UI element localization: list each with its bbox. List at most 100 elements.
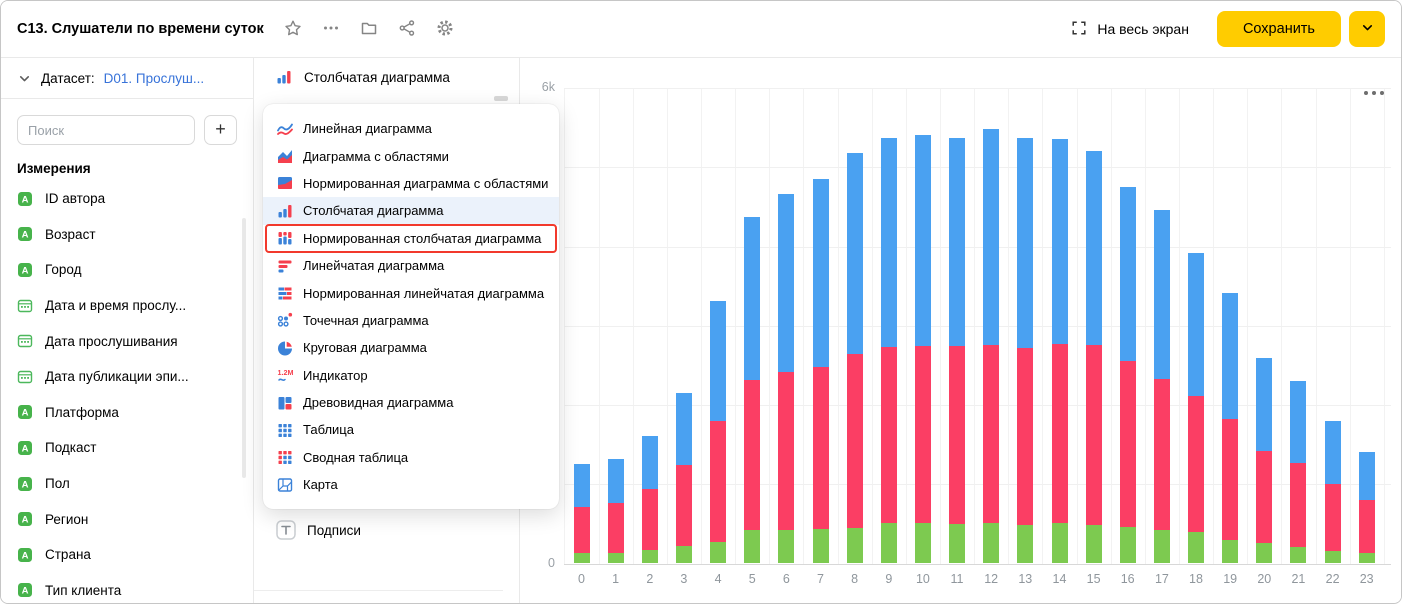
field-item[interactable]: AПол	[1, 466, 253, 502]
chart-options-icon[interactable]	[1361, 88, 1387, 98]
field-item[interactable]: AСтрана	[1, 537, 253, 573]
chart-type-menu-item[interactable]: Карта	[263, 471, 559, 498]
bar-hour-7	[813, 179, 829, 562]
fullscreen-button[interactable]: На весь экран	[1071, 20, 1189, 39]
series-blue-top-segment	[744, 217, 760, 380]
series-blue-top-segment	[915, 135, 931, 346]
series-pink-middle-segment	[574, 507, 590, 553]
labels-option-label: Подписи	[307, 523, 361, 538]
settings-scrollbar-thumb[interactable]	[494, 96, 508, 101]
svg-text:A: A	[22, 586, 29, 597]
series-green-bottom-segment	[608, 553, 624, 563]
add-field-button[interactable]: +	[204, 115, 237, 145]
x-axis-tick: 21	[1286, 572, 1310, 586]
field-item[interactable]: AПодкаст	[1, 430, 253, 466]
chart-type-menu-item[interactable]: Нормированная столбчатая диаграмма	[263, 225, 559, 252]
field-item[interactable]: AПлатформа	[1, 395, 253, 431]
h-gridline	[564, 167, 1391, 168]
star-icon[interactable]	[274, 11, 312, 47]
series-pink-middle-segment	[915, 346, 931, 523]
dataset-row: Датасет: D01. Прослуш...	[1, 58, 253, 99]
series-pink-middle-segment	[847, 354, 863, 528]
field-item[interactable]: Дата прослушивания	[1, 323, 253, 359]
field-list: AID автораAВозрастAГородДата и время про…	[1, 181, 253, 603]
labels-icon	[276, 520, 296, 540]
chart-type-menu-item[interactable]: Древовидная диаграмма	[263, 389, 559, 416]
chart-type-menu-item[interactable]: 1.2MИндикатор	[263, 362, 559, 389]
labels-option[interactable]: Подписи	[254, 510, 519, 550]
series-pink-middle-segment	[1017, 348, 1033, 525]
sidebar-scrollbar[interactable]	[242, 218, 246, 478]
gear-icon[interactable]	[426, 11, 464, 47]
chart-preview-panel: 6k00123456789101112131415161718192021222…	[521, 58, 1401, 603]
chart-type-menu-item[interactable]: Линейчатая диаграмма	[263, 252, 559, 279]
series-green-bottom-segment	[1222, 540, 1238, 562]
series-blue-top-segment	[778, 194, 794, 373]
series-blue-top-segment	[1120, 187, 1136, 361]
bar-hour-20	[1256, 358, 1272, 563]
series-green-bottom-segment	[574, 553, 590, 563]
series-blue-top-segment	[1052, 139, 1068, 344]
series-pink-middle-segment	[642, 489, 658, 550]
field-item[interactable]: AРегион	[1, 501, 253, 537]
bar-hour-22	[1325, 421, 1341, 562]
search-row: +	[17, 115, 237, 145]
date-field-icon	[17, 333, 33, 349]
chart-type-selector[interactable]: Столбчатая диаграмма	[254, 58, 519, 96]
x-axis-tick: 6	[774, 572, 798, 586]
string-field-icon: A	[17, 440, 33, 456]
chart-type-menu-item[interactable]: Точечная диаграмма	[263, 307, 559, 334]
string-field-icon: A	[17, 582, 33, 598]
field-item[interactable]: Дата публикации эпи...	[1, 359, 253, 395]
field-item[interactable]: AВозраст	[1, 217, 253, 253]
chart-type-menu-item[interactable]: Таблица	[263, 416, 559, 443]
ellipsis-icon[interactable]	[312, 11, 350, 47]
x-axis-tick: 1	[604, 572, 628, 586]
dataset-link[interactable]: D01. Прослуш...	[104, 71, 204, 86]
series-pink-middle-segment	[1325, 484, 1341, 552]
bar-hour-21	[1290, 381, 1306, 562]
chart-type-menu-item[interactable]: Линейная диаграмма	[263, 115, 559, 142]
chart-type-menu-item-label: Диаграмма с областями	[303, 149, 449, 164]
field-item[interactable]: AГород	[1, 252, 253, 288]
series-pink-middle-segment	[1120, 361, 1136, 527]
series-blue-top-segment	[1256, 358, 1272, 451]
chart-type-menu-item-label: Нормированная линейчатая диаграмма	[303, 286, 544, 301]
chart-type-menu-item[interactable]: Столбчатая диаграмма	[263, 197, 559, 224]
chart-type-menu-item[interactable]: Диаграмма с областями	[263, 142, 559, 169]
x-axis-tick: 13	[1013, 572, 1037, 586]
series-blue-top-segment	[608, 459, 624, 503]
bar-hour-13	[1017, 138, 1033, 562]
series-blue-top-segment	[574, 464, 590, 507]
field-item[interactable]: AТип клиента	[1, 573, 253, 603]
string-field-icon: A	[17, 404, 33, 420]
chart-type-menu-item[interactable]: Сводная таблица	[263, 444, 559, 471]
chart-type-menu-item[interactable]: Нормированная диаграмма с областями	[263, 170, 559, 197]
field-item[interactable]: AID автора	[1, 181, 253, 217]
svg-text:A: A	[22, 515, 29, 526]
h-gridline	[564, 88, 1391, 89]
series-pink-middle-segment	[813, 367, 829, 530]
series-pink-middle-segment	[1188, 396, 1204, 532]
h-gridline	[564, 326, 1391, 327]
folder-icon[interactable]	[350, 11, 388, 47]
fullscreen-label: На весь экран	[1097, 21, 1189, 37]
bar-chart-icon	[277, 258, 293, 274]
x-axis-tick: 2	[638, 572, 662, 586]
series-green-bottom-segment	[1120, 527, 1136, 562]
dataset-collapse-icon[interactable]	[17, 71, 32, 86]
field-label: Город	[45, 262, 82, 277]
x-axis-tick: 18	[1184, 572, 1208, 586]
chart-type-menu-item[interactable]: Нормированная линейчатая диаграмма	[263, 279, 559, 306]
series-pink-middle-segment	[710, 421, 726, 542]
save-more-button[interactable]	[1349, 11, 1385, 47]
save-button[interactable]: Сохранить	[1217, 11, 1341, 47]
scatter-chart-icon	[277, 312, 293, 328]
share-icon[interactable]	[388, 11, 426, 47]
series-pink-middle-segment	[1359, 500, 1375, 554]
field-item[interactable]: Дата и время прослу...	[1, 288, 253, 324]
search-input[interactable]	[17, 115, 195, 145]
chart-type-menu-item-label: Нормированная столбчатая диаграмма	[303, 231, 541, 246]
chart-type-menu-item[interactable]: Круговая диаграмма	[263, 334, 559, 361]
series-blue-top-segment	[642, 436, 658, 489]
